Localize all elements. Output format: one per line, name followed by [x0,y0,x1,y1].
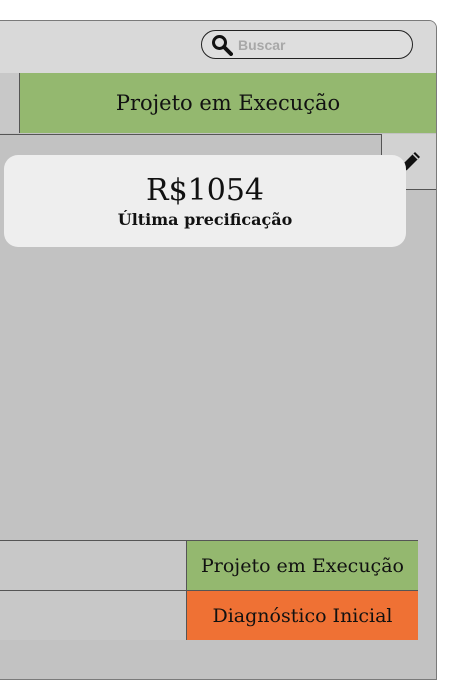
search-input[interactable] [238,36,398,53]
stage-row-body [0,591,186,640]
search-box[interactable] [201,30,413,59]
project-status-bar: Projeto em Execução [0,73,436,135]
price-card: R$1054 Última precificação [4,155,406,247]
stage-row[interactable]: Projeto em Execução [0,540,418,590]
status-back-segment[interactable] [0,73,20,133]
price-value: R$1054 [145,172,265,208]
app-window: Projeto em Execução R$1054 Última precif… [0,20,437,680]
search-icon [212,34,233,56]
stage-row[interactable]: Diagnóstico Inicial [0,590,418,640]
price-label: Última precificação [117,209,293,229]
current-stage-label: Projeto em Execução [20,73,436,133]
stage-badge-execution: Projeto em Execução [186,541,418,590]
stage-badge-diagnostic: Diagnóstico Inicial [186,591,418,640]
stage-row-body [0,541,186,590]
toolbar [0,21,436,74]
stage-list: Projeto em Execução Diagnóstico Inicial [0,540,418,640]
